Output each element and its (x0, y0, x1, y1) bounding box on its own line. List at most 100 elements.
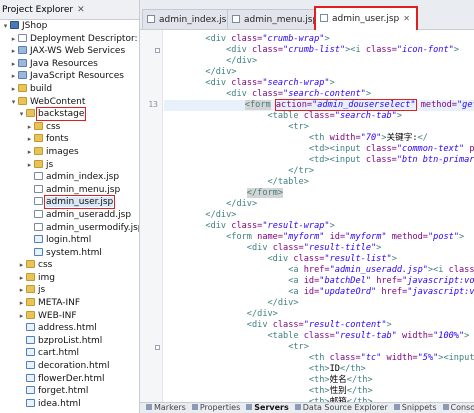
code-line: <a id="batchDel" href="javascript:void(0… (164, 276, 474, 287)
code-tag: <a (288, 287, 299, 297)
chevron-right-icon[interactable]: ▸ (17, 310, 26, 323)
chevron-right-icon[interactable]: ▸ (17, 272, 26, 285)
tree-item[interactable]: ▸ img (0, 272, 139, 285)
chevron-right-icon[interactable]: ▸ (9, 33, 18, 46)
tree-item[interactable]: ▸ JAX-WS Web Services (0, 45, 139, 58)
tree-item[interactable]: ▸ META-INF (0, 297, 139, 310)
tree-item[interactable]: flowerDer.html (0, 373, 139, 386)
chevron-right-icon[interactable]: ▸ (17, 297, 26, 310)
tree-item[interactable]: cart.html (0, 347, 139, 360)
chevron-right-icon[interactable]: ▸ (9, 83, 18, 96)
chevron-down-icon[interactable]: ▾ (9, 96, 18, 109)
code-tag: > (459, 232, 465, 242)
tree-item[interactable]: idea.html (0, 398, 139, 411)
chevron-down-icon[interactable]: ▾ (1, 20, 10, 33)
code-val: "admin_douserselect" (312, 100, 416, 110)
bottom-view-tab[interactable]: Snippets (393, 403, 437, 413)
tree-item[interactable]: ▸ WEB-INF (0, 310, 139, 323)
tree-item[interactable]: system.html (0, 247, 139, 260)
tree-item[interactable]: ▾ WebContent (0, 96, 139, 109)
tree-item[interactable]: ▾ backstage (0, 107, 139, 122)
code-tag: <div (267, 254, 289, 264)
fold-marker-icon[interactable] (155, 345, 160, 350)
code-tag: </th> (339, 364, 366, 374)
tree-item[interactable]: ▸ Java Resources (0, 58, 139, 71)
tree-item[interactable]: admin_index.jsp (0, 171, 139, 184)
code-val: "icon-font" (396, 45, 454, 55)
chevron-right-icon[interactable]: ▸ (25, 121, 34, 134)
code-tag: <div (205, 34, 227, 44)
jsp-file-icon (34, 222, 43, 231)
close-icon[interactable]: ✕ (77, 5, 85, 15)
code-tag: ><input (438, 353, 474, 363)
code-tag: </ (417, 133, 428, 143)
chevron-right-icon[interactable]: ▸ (25, 146, 34, 159)
editor-tab[interactable]: admin_index.jsp (142, 9, 240, 29)
tree-item[interactable]: admin_usermodify.jsp (0, 222, 139, 235)
tree-item[interactable]: decoration.html (0, 360, 139, 373)
code-tag: > (464, 331, 470, 341)
chevron-right-icon[interactable]: ▸ (17, 284, 26, 297)
bottom-view-tab[interactable]: Servers (246, 403, 289, 413)
editor-tab-bar: admin_index.jsp admin_menu.jsp admin_user.… (140, 0, 474, 30)
tree-item[interactable]: forget.html (0, 385, 139, 398)
tree-item[interactable]: admin_user.jsp (0, 195, 139, 210)
code-line: <tr> (164, 342, 309, 353)
code-line: <form name="myform" id="myform" method="… (164, 232, 464, 243)
html-file-icon (26, 361, 35, 370)
tree-item[interactable]: ▾ JShop (0, 20, 139, 33)
tree-item-label: admin_index.jsp (46, 172, 120, 183)
tree-item[interactable]: ▸ js (0, 159, 139, 172)
editor-tab[interactable]: admin_user.jsp ✕ (314, 6, 418, 30)
current-code-line: <form action="admin_douserselect" method… (164, 99, 474, 111)
tree-item[interactable]: ▸ build (0, 83, 139, 96)
editor-tab-label: admin_index.jsp (159, 15, 233, 25)
project-explorer-tab[interactable]: Project Explorer ✕ (0, 0, 139, 20)
jsp-file-icon (34, 197, 43, 206)
java-resources-icon (18, 58, 27, 67)
tree-item[interactable]: login.html (0, 234, 139, 247)
tree-item[interactable]: ▸ Deployment Descriptor: JSh (0, 33, 139, 46)
chevron-down-icon[interactable]: ▾ (17, 108, 26, 121)
tree-item[interactable]: admin_useradd.jsp (0, 209, 139, 222)
tree-item[interactable]: ▸ css (0, 121, 139, 134)
tree-item-label: address.html (38, 323, 97, 334)
tree-item-label: login.html (46, 235, 92, 246)
chevron-right-icon[interactable]: ▸ (25, 133, 34, 146)
tree-item[interactable]: ▸ js (0, 284, 139, 297)
chevron-right-icon[interactable]: ▸ (9, 58, 18, 71)
tree-item[interactable]: ▸ images (0, 146, 139, 159)
code-tag: </th> (346, 375, 373, 385)
chevron-right-icon[interactable]: ▸ (9, 45, 18, 58)
code-val: "myform" (283, 232, 325, 242)
tree-item[interactable]: ▸ JavaScript Resources (0, 70, 139, 83)
tree-item[interactable]: admin_menu.jsp (0, 184, 139, 197)
tree-item[interactable]: address.html (0, 322, 139, 335)
bottom-view-tab[interactable]: Data Source Explorer (294, 403, 388, 413)
code-attr: class= (231, 34, 263, 44)
chevron-right-icon[interactable]: ▸ (9, 70, 18, 83)
code-line: <a id="updateOrd" href="javascript:void(… (164, 287, 474, 298)
bottom-view-tab[interactable]: Markers (146, 403, 186, 413)
tree-item[interactable]: ▸ css (0, 259, 139, 272)
chevron-right-icon[interactable]: ▸ (17, 259, 26, 272)
bottom-view-tab[interactable]: Properties (191, 403, 240, 413)
code-tag: <div (226, 89, 247, 99)
chevron-right-icon[interactable]: ▸ (25, 159, 34, 172)
code-area[interactable]: <div class="crumb-wrap"> <div class="cru… (164, 30, 474, 402)
code-line: <th class="tc" width="5%"><input cla (164, 353, 474, 364)
tree-item[interactable]: ▸ fonts (0, 133, 139, 146)
bottom-view-tab[interactable]: Console (442, 403, 474, 413)
fold-marker-icon[interactable] (155, 48, 160, 53)
close-icon[interactable]: ✕ (403, 14, 410, 23)
editor-tab[interactable]: admin_menu.jsp (227, 9, 326, 29)
tree-item-label: backstage (35, 107, 87, 122)
tree-item[interactable]: bzproList.html (0, 335, 139, 348)
code-tag: </th> (346, 386, 373, 396)
code-attr: class= (231, 78, 263, 88)
